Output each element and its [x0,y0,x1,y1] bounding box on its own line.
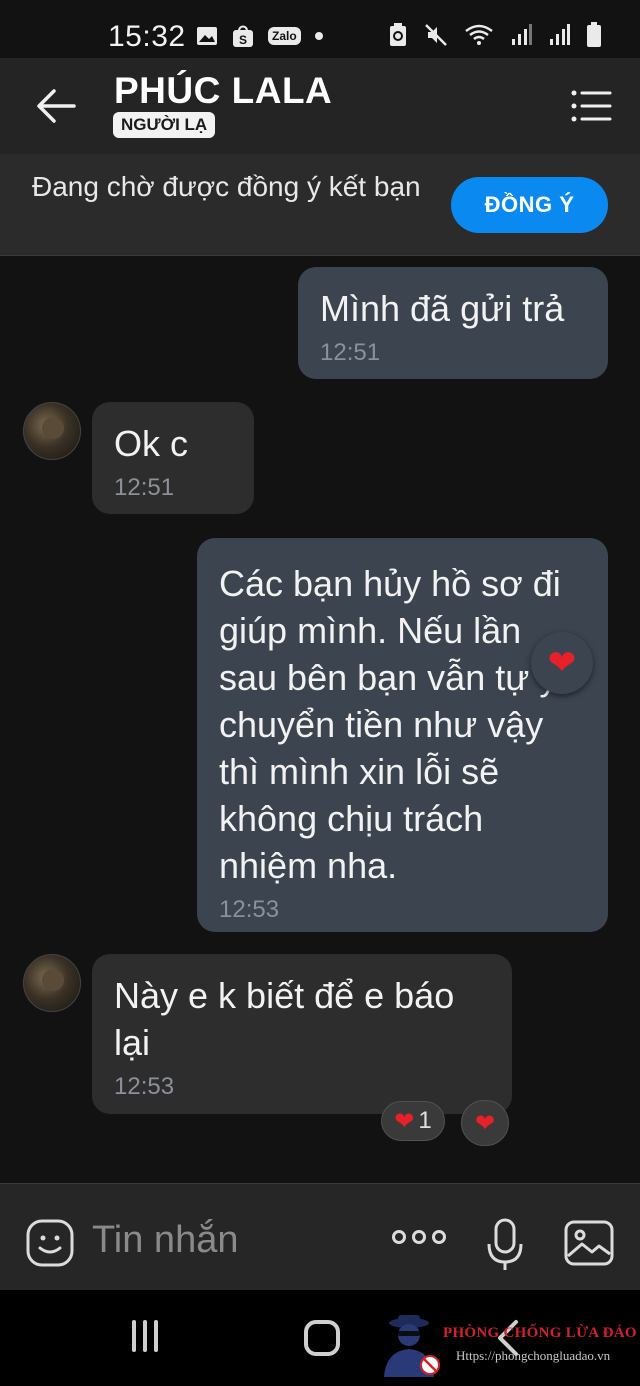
message-bubble-outgoing[interactable]: Mình đã gửi trả 12:51 [298,267,608,379]
composer-bar [0,1183,640,1290]
shopee-icon: S [233,25,253,47]
heart-icon: ❤ [474,1109,496,1137]
status-right-icons [388,22,602,48]
message-text: Này e k biết để e báo lại [114,975,455,1063]
friend-request-text: Đang chờ được đồng ý kết bạn [32,171,421,202]
sticker-icon[interactable] [25,1218,75,1268]
mute-icon [425,24,447,46]
wifi-icon [465,24,493,45]
reaction-summary[interactable]: ❤ 1 [381,1101,445,1141]
home-button[interactable] [304,1320,340,1356]
contact-avatar[interactable] [23,402,81,460]
status-time: 15:32 [108,20,186,53]
watermark-title: PHÒNG CHỐNG LỪA ĐẢO [443,1325,637,1341]
watermark-url: Https://phongchongluadao.vn [456,1348,611,1363]
status-bar: 15:32 S Zalo [0,0,640,58]
battery-icon [587,22,601,47]
accept-friend-button[interactable]: ĐỒNG Ý [451,177,608,233]
message-input[interactable] [92,1212,362,1268]
message-time: 12:53 [219,896,280,923]
recycle-icon [390,23,406,46]
message-bubble-outgoing[interactable]: Các bạn hủy hồ sơ đi giúp mình. Nếu lần … [197,538,608,932]
recent-apps-button[interactable] [127,1320,163,1356]
contact-name[interactable]: PHÚC LALA [114,70,332,112]
chat-header: PHÚC LALA NGƯỜI LẠ [0,58,640,154]
stranger-badge: NGƯỜI LẠ [113,112,216,138]
message-text: Các bạn hủy hồ sơ đi giúp mình. Nếu lần … [219,563,561,886]
signal-icon [512,24,532,45]
menu-icon[interactable] [570,88,612,124]
message-text: Mình đã gửi trả [320,288,565,329]
dot-icon [314,32,323,40]
friend-request-bar: Đang chờ được đồng ý kết bạn ĐỒNG Ý [0,154,640,256]
heart-icon: ❤ [394,1107,415,1135]
more-options-icon[interactable] [392,1230,448,1250]
svg-text:S: S [239,33,247,47]
message-bubble-incoming[interactable]: Ok c 12:51 [92,402,254,514]
signal-icon [550,24,570,45]
message-time: 12:53 [114,1073,175,1100]
heart-icon: ❤ [547,644,577,682]
contact-avatar[interactable] [23,954,81,1012]
zalo-icon: Zalo [268,27,301,45]
add-reaction-button[interactable]: ❤ [461,1100,509,1146]
status-left-icons: S Zalo [196,24,323,48]
message-text: Ok c [114,423,189,464]
message-time: 12:51 [320,339,381,366]
heart-reaction-button[interactable]: ❤ [531,632,593,694]
back-arrow-icon[interactable] [36,88,76,124]
image-icon[interactable] [564,1220,614,1266]
microphone-icon[interactable] [486,1218,524,1272]
message-bubble-incoming[interactable]: Này e k biết để e báo lại 12:53 [92,954,512,1114]
watermark-logo [384,1315,440,1377]
message-time: 12:51 [114,474,175,501]
gallery-icon [197,27,217,45]
reaction-count: 1 [418,1107,432,1134]
